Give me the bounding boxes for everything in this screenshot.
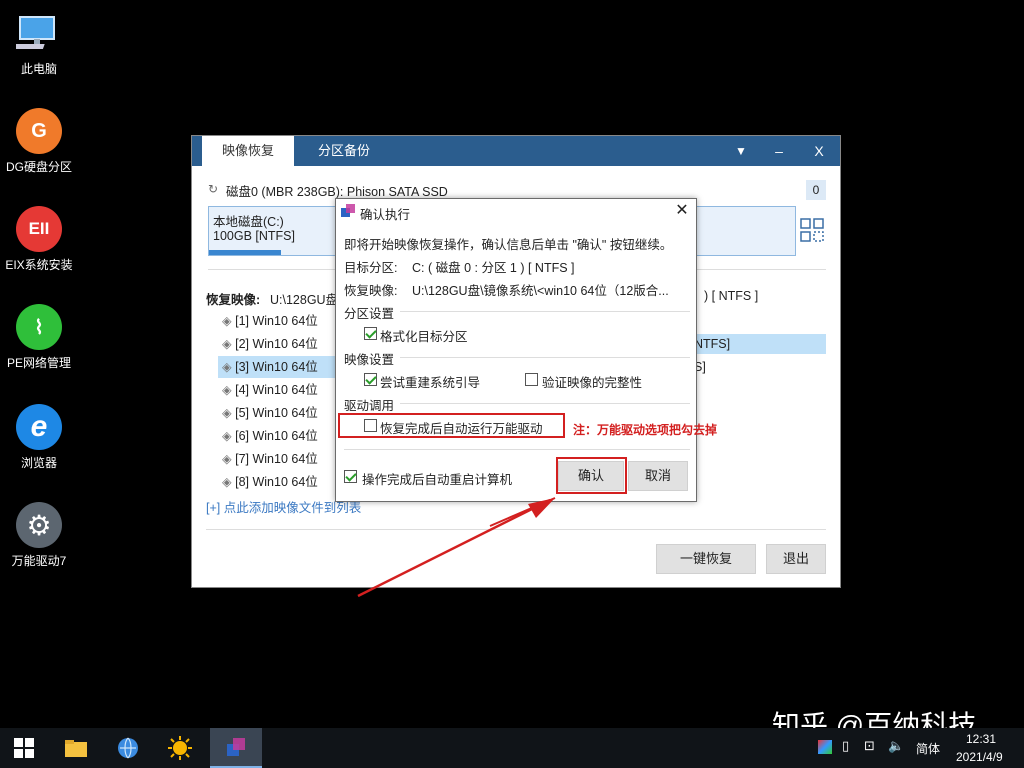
start-button[interactable] bbox=[0, 728, 48, 768]
exit-button[interactable]: 退出 bbox=[766, 544, 826, 574]
menu-dropdown-icon[interactable]: ▼ bbox=[722, 136, 760, 166]
dialog-close-button[interactable]: ✕ bbox=[670, 200, 694, 222]
desktop-label: DG硬盘分区 bbox=[5, 160, 72, 174]
close-button[interactable]: X bbox=[800, 136, 838, 166]
section-partition: 分区设置 bbox=[344, 307, 395, 321]
image-list-item[interactable]: ◈ [6] Win10 64位 bbox=[222, 425, 318, 447]
minimize-button[interactable]: – bbox=[760, 136, 798, 166]
reboot-label: 操作完成后自动重启计算机 bbox=[362, 473, 513, 487]
format-label: 格式化目标分区 bbox=[380, 330, 468, 344]
desktop-label: EIX系统安装 bbox=[5, 258, 73, 272]
desktop-icon-driver[interactable]: ⚙ 万能驱动7 bbox=[0, 502, 78, 569]
section-image: 映像设置 bbox=[344, 353, 395, 367]
restore-image-path: U:\128GU盘 bbox=[270, 293, 339, 307]
tab-partition-backup[interactable]: 分区备份 bbox=[300, 136, 388, 166]
image-list-item[interactable]: ◈ [3] Win10 64位 bbox=[222, 356, 318, 378]
desktop-icon-eix[interactable]: EII EIX系统安装 bbox=[0, 206, 78, 273]
image-list-item[interactable]: ◈ [5] Win10 64位 bbox=[222, 402, 318, 424]
desktop-label: 万能驱动7 bbox=[11, 554, 67, 568]
layers-icon: ◈ bbox=[222, 406, 236, 420]
ie-icon: e bbox=[16, 404, 62, 450]
colorful-tray-icon[interactable] bbox=[818, 740, 832, 754]
layers-icon: ◈ bbox=[222, 383, 236, 397]
usb-icon[interactable]: ▯ bbox=[842, 738, 849, 754]
divider bbox=[400, 357, 690, 358]
desktop-label: 浏览器 bbox=[20, 456, 57, 470]
highlight-driver-box bbox=[338, 413, 565, 438]
right-row-fs: NTFS] bbox=[694, 337, 731, 351]
layers-icon: ◈ bbox=[222, 452, 236, 466]
windows-icon bbox=[14, 738, 34, 758]
taskbar: ▯ ⊡ 🔈 简体 12:31 2021/4/9 bbox=[0, 728, 1024, 768]
layers-icon: ◈ bbox=[222, 429, 236, 443]
rebuild-boot-label: 尝试重建系统引导 bbox=[380, 376, 481, 390]
annotation-note: 注：万能驱动选项把勾去掉 bbox=[573, 423, 718, 437]
divider bbox=[400, 403, 690, 404]
language-indicator[interactable]: 简体 bbox=[916, 740, 940, 757]
desktop-icon-dg[interactable]: G DG硬盘分区 bbox=[0, 108, 78, 175]
app-icon bbox=[341, 204, 355, 218]
desktop-label: PE网络管理 bbox=[6, 356, 71, 370]
one-click-restore-button[interactable]: 一键恢复 bbox=[656, 544, 756, 574]
divider bbox=[400, 311, 690, 312]
layers-icon: ◈ bbox=[222, 314, 236, 328]
verify-image-label: 验证映像的完整性 bbox=[542, 376, 643, 390]
globe-taskbar-icon[interactable] bbox=[104, 728, 152, 768]
verify-image-checkbox[interactable] bbox=[525, 373, 538, 386]
disk-count-badge: 0 bbox=[806, 180, 826, 200]
clock-date[interactable]: 2021/4/9 bbox=[956, 750, 1003, 764]
window-titlebar: 映像恢复 分区备份 ▼ – X bbox=[192, 136, 840, 166]
volume-icon[interactable]: 🔈 bbox=[888, 738, 904, 754]
refresh-icon[interactable]: ↻ bbox=[208, 182, 218, 196]
rebuild-boot-checkbox[interactable] bbox=[364, 373, 377, 386]
sun-app-taskbar-icon[interactable] bbox=[156, 728, 204, 768]
view-toggle-icon[interactable] bbox=[800, 218, 824, 245]
network-tray-icon[interactable]: ⊡ bbox=[864, 738, 875, 754]
layers-icon: ◈ bbox=[222, 337, 236, 351]
image-value: U:\128GU盘\镜像系统\<win10 64位（12版合... bbox=[412, 284, 669, 298]
explorer-taskbar-icon[interactable] bbox=[52, 728, 100, 768]
desktop-label: 此电脑 bbox=[20, 62, 57, 76]
desktop-icon-network[interactable]: ⌇ PE网络管理 bbox=[0, 304, 78, 371]
image-list-item[interactable]: ◈ [1] Win10 64位 bbox=[222, 310, 318, 332]
network-icon: ⌇ bbox=[16, 304, 62, 350]
target-label: 目标分区: bbox=[344, 261, 398, 275]
partition-name: 本地磁盘(C:) bbox=[213, 215, 284, 229]
restore-app-taskbar-icon[interactable] bbox=[210, 728, 262, 768]
cancel-button[interactable]: 取消 bbox=[628, 461, 688, 491]
layers-icon: ◈ bbox=[222, 475, 236, 489]
computer-icon bbox=[16, 10, 62, 56]
dialog-title: 确认执行 bbox=[360, 208, 411, 222]
dg-icon: G bbox=[16, 108, 62, 154]
eix-icon: EII bbox=[16, 206, 62, 252]
gear-icon: ⚙ bbox=[16, 502, 62, 548]
image-list-item[interactable]: ◈ [4] Win10 64位 bbox=[222, 379, 318, 401]
clock-time[interactable]: 12:31 bbox=[966, 732, 996, 746]
layers-icon: ◈ bbox=[222, 360, 236, 374]
partition-usage-bar bbox=[209, 250, 281, 255]
divider bbox=[344, 449, 690, 450]
partition-size: 100GB [NTFS] bbox=[213, 229, 295, 243]
image-list-item[interactable]: ◈ [8] Win10 64位 bbox=[222, 471, 318, 493]
target-value: C: ( 磁盘 0 : 分区 1 ) [ NTFS ] bbox=[412, 261, 575, 275]
format-checkbox[interactable] bbox=[364, 327, 377, 340]
desktop-icon-browser[interactable]: e 浏览器 bbox=[0, 404, 78, 471]
image-label: 恢复映像: bbox=[344, 284, 398, 298]
restore-image-label: 恢复映像: bbox=[206, 293, 261, 307]
reboot-checkbox[interactable] bbox=[344, 470, 357, 483]
dialog-intro: 即将开始映像恢复操作，确认信息后单击 "确认" 按钮继续。 bbox=[344, 238, 673, 252]
image-list-item[interactable]: ◈ [7] Win10 64位 bbox=[222, 448, 318, 470]
restore-fs-label: ) [ NTFS ] bbox=[704, 289, 759, 303]
desktop-icon-computer[interactable]: 此电脑 bbox=[0, 10, 78, 77]
section-driver: 驱动调用 bbox=[344, 399, 395, 413]
tab-image-restore[interactable]: 映像恢复 bbox=[202, 136, 294, 166]
confirm-dialog: 确认执行 ✕ 即将开始映像恢复操作，确认信息后单击 "确认" 按钮继续。 目标分… bbox=[335, 198, 697, 502]
annotation-arrow bbox=[357, 497, 556, 598]
image-list-item[interactable]: ◈ [2] Win10 64位 bbox=[222, 333, 318, 355]
